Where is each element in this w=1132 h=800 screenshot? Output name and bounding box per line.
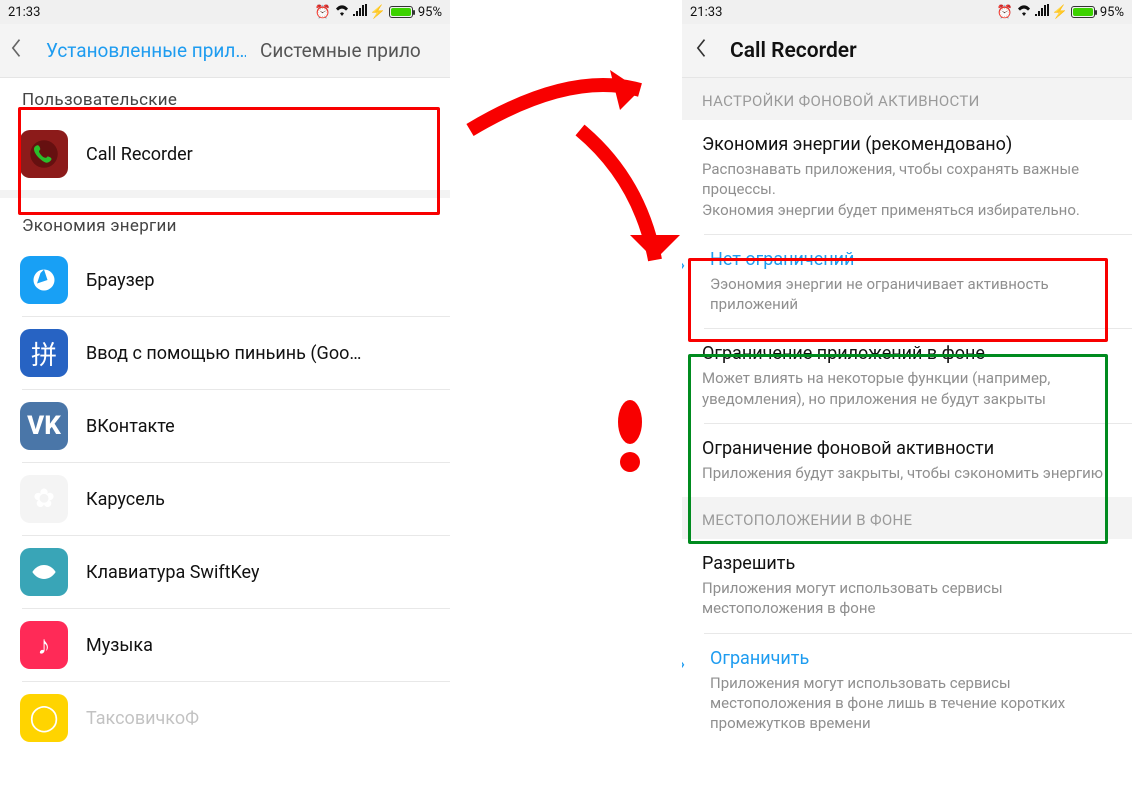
option-bg-activity-limit[interactable]: Ограничение фоновой активности Приложени… bbox=[682, 424, 1132, 497]
option-title: Разрешить bbox=[702, 553, 1112, 574]
tabs-bar: Установленные прил… Системные прило bbox=[0, 24, 450, 78]
alarm-icon: ⏰ bbox=[314, 5, 330, 20]
app-row-music[interactable]: ♪ Музыка bbox=[0, 609, 450, 681]
app-row-browser[interactable]: Браузер bbox=[0, 244, 450, 316]
tab-system[interactable]: Системные прило bbox=[260, 39, 421, 62]
app-row-vk[interactable]: VK ВКонтакте bbox=[0, 390, 450, 462]
carousel-icon: ✿ bbox=[20, 475, 68, 523]
option-desc: Распознавать приложения, чтобы сохранять… bbox=[702, 159, 1112, 220]
status-bar: 21:33 ⏰ ⚡ 95% bbox=[682, 0, 1132, 24]
app-row-taxi[interactable]: ◯ ТаксовичкоФ bbox=[0, 682, 450, 746]
option-no-restrictions[interactable]: › Нет ограничений Ээономия энергии не ог… bbox=[682, 235, 1132, 329]
app-label: ТаксовичкоФ bbox=[86, 708, 199, 729]
option-desc: Приложения могут использовать сервисы ме… bbox=[702, 578, 1112, 619]
section-user-apps: Пользовательские bbox=[0, 78, 450, 118]
app-label: Ввод с помощью пиньинь (Goo… bbox=[86, 343, 361, 364]
option-bg-app-limit[interactable]: Ограничение приложений в фоне Может влия… bbox=[682, 329, 1132, 423]
option-location-restrict[interactable]: › Ограничить Приложения могут использова… bbox=[682, 634, 1132, 748]
section-location: МЕСТОПОЛОЖЕНИИ В ФОНЕ bbox=[682, 497, 1132, 539]
app-label: Карусель bbox=[86, 489, 165, 510]
left-screenshot: 21:33 ⏰ ⚡ 95% Установленные прил… Систем… bbox=[0, 0, 450, 800]
arrow-icon bbox=[560, 120, 700, 300]
taxi-icon: ◯ bbox=[20, 694, 68, 742]
music-icon: ♪ bbox=[20, 621, 68, 669]
charging-icon: ⚡ bbox=[1052, 5, 1068, 20]
battery-pct: 95% bbox=[418, 5, 442, 20]
right-screenshot: 21:33 ⏰ ⚡ 95% Call Recorder НАСТРОЙКИ ФО… bbox=[682, 0, 1132, 800]
app-label: Клавиатура SwiftKey bbox=[86, 562, 259, 583]
alarm-icon: ⏰ bbox=[996, 5, 1012, 20]
app-label: Браузер bbox=[86, 270, 154, 291]
app-label: Call Recorder bbox=[86, 144, 193, 165]
signal-icon bbox=[1035, 4, 1049, 20]
option-title: Ограничение фоновой активности bbox=[702, 438, 1112, 459]
status-time: 21:33 bbox=[690, 5, 722, 20]
battery-icon bbox=[389, 6, 413, 18]
check-icon: › bbox=[682, 654, 685, 673]
option-desc: Может влиять на некоторые функции (напри… bbox=[702, 368, 1112, 409]
signal-icon bbox=[353, 4, 367, 20]
option-title: Ограничение приложений в фоне bbox=[702, 343, 1112, 364]
battery-pct: 95% bbox=[1100, 5, 1124, 20]
status-time: 21:33 bbox=[8, 5, 40, 20]
browser-icon bbox=[20, 256, 68, 304]
option-economy[interactable]: Экономия энергии (рекомендовано) Распозн… bbox=[682, 120, 1132, 234]
app-label: ВКонтакте bbox=[86, 416, 175, 437]
title-bar: Call Recorder bbox=[682, 24, 1132, 78]
charging-icon: ⚡ bbox=[370, 5, 386, 20]
tab-installed[interactable]: Установленные прил… bbox=[46, 39, 246, 62]
back-icon[interactable] bbox=[10, 38, 32, 63]
pinyin-icon: 拼 bbox=[20, 329, 68, 377]
app-label: Музыка bbox=[86, 635, 153, 656]
back-icon[interactable] bbox=[696, 38, 714, 64]
app-row-pinyin[interactable]: 拼 Ввод с помощью пиньинь (Goo… bbox=[0, 317, 450, 389]
phone-icon bbox=[20, 130, 68, 178]
option-title: Экономия энергии (рекомендовано) bbox=[702, 134, 1112, 155]
status-bar: 21:33 ⏰ ⚡ 95% bbox=[0, 0, 450, 24]
battery-icon bbox=[1071, 6, 1095, 18]
page-title: Call Recorder bbox=[730, 39, 857, 63]
vk-icon: VK bbox=[20, 402, 68, 450]
arrow-icon bbox=[460, 60, 680, 160]
app-row-swiftkey[interactable]: Клавиатура SwiftKey bbox=[0, 536, 450, 608]
option-desc: Ээономия энергии не ограничивает активно… bbox=[710, 274, 1112, 315]
app-row-call-recorder[interactable]: Call Recorder bbox=[0, 118, 450, 190]
section-bg-activity: НАСТРОЙКИ ФОНОВОЙ АКТИВНОСТИ bbox=[682, 78, 1132, 120]
app-row-carousel[interactable]: ✿ Карусель bbox=[0, 463, 450, 535]
option-desc: Приложения могут использовать сервисы ме… bbox=[710, 673, 1112, 734]
option-title: Нет ограничений bbox=[710, 249, 1112, 270]
section-energy: Экономия энергии bbox=[0, 198, 450, 244]
wifi-icon bbox=[334, 4, 350, 20]
wifi-icon bbox=[1016, 4, 1032, 20]
exclamation-icon bbox=[610, 400, 650, 480]
option-title: Ограничить bbox=[710, 648, 1112, 669]
check-icon: › bbox=[682, 255, 685, 274]
option-location-allow[interactable]: Разрешить Приложения могут использовать … bbox=[682, 539, 1132, 633]
swiftkey-icon bbox=[20, 548, 68, 596]
option-desc: Приложения будут закрыты, чтобы сэкономи… bbox=[702, 463, 1112, 483]
